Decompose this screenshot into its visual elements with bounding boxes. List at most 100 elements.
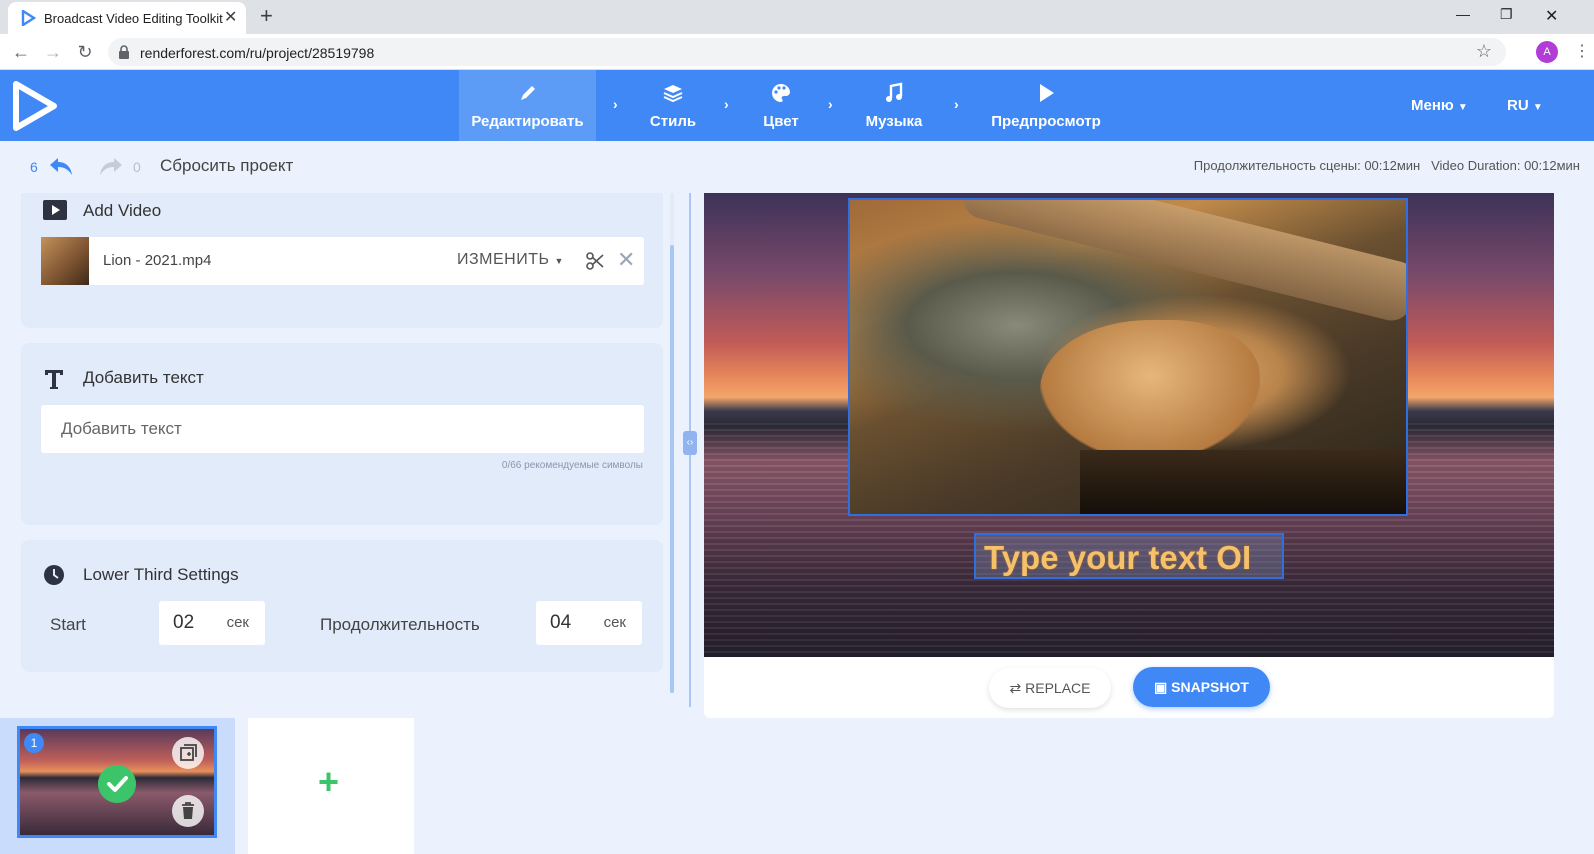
redo-icon[interactable] (98, 155, 124, 177)
card-title: Добавить текст (83, 368, 204, 387)
preview-area: Type your text OI ⇄ REPLACE ▣ SNAPSHOT (704, 193, 1554, 718)
resize-handle-icon[interactable]: ‹› (683, 431, 697, 455)
play-icon (1040, 84, 1054, 102)
chevron-right-icon: › (724, 96, 729, 112)
app-header: Редактировать › Стиль › Цвет › Музыка › (0, 70, 1594, 141)
panel-scrollbar[interactable] (670, 245, 674, 693)
undo-icon[interactable] (48, 155, 74, 177)
palette-icon (772, 84, 790, 102)
swap-icon: ⇄ (1009, 680, 1022, 696)
scene-preview: Type your text OI (704, 193, 1554, 657)
renderforest-logo-icon[interactable] (12, 81, 58, 131)
text-icon (45, 370, 63, 389)
image-icon: ▣ (1154, 679, 1168, 695)
clock-icon (44, 565, 64, 585)
water-pool-shape (1080, 450, 1406, 514)
step-style[interactable]: Стиль (630, 70, 716, 141)
check-icon (98, 765, 136, 803)
scene-timeline: 1 + (0, 718, 1594, 854)
scene-duration: Продолжительность сцены: 00:12мин (1193, 158, 1421, 173)
chevron-right-icon: › (828, 96, 833, 112)
start-unit: сек (226, 614, 249, 631)
add-text-input[interactable] (41, 405, 644, 453)
browser-tab[interactable]: Broadcast Video Editing Toolkit ✕ (8, 2, 246, 34)
scissors-icon[interactable] (586, 252, 604, 270)
duplicate-scene-icon[interactable] (172, 737, 204, 769)
step-label: Стиль (649, 113, 697, 130)
language-label: RU (1507, 97, 1529, 114)
language-dropdown[interactable]: RU ▼ (1507, 97, 1543, 114)
video-duration: Video Duration: 00:12мин (1431, 158, 1580, 173)
step-edit[interactable]: Редактировать (459, 70, 596, 141)
remove-video-icon[interactable]: ✕ (617, 247, 635, 273)
step-preview[interactable]: Предпросмотр (980, 70, 1112, 141)
scene-slot: 1 (0, 718, 235, 854)
renderforest-favicon-icon (21, 10, 36, 26)
url-text: renderforest.com/ru/project/28519798 (140, 45, 375, 61)
replace-button[interactable]: ⇄ REPLACE (989, 668, 1111, 708)
reset-project-button[interactable]: Сбросить проект (160, 156, 293, 176)
video-file-row: Lion - 2021.mp4 ИЗМЕНИТЬ ▼ ✕ (41, 237, 644, 285)
tab-title: Broadcast Video Editing Toolkit (44, 11, 223, 26)
editor-toolbar: 6 0 Сбросить проект Продолжительность сц… (0, 141, 1594, 193)
caret-down-icon: ▼ (554, 256, 564, 266)
scene-thumbnail[interactable]: 1 (17, 726, 217, 838)
lower-third-text-box[interactable]: Type your text OI (974, 533, 1284, 579)
chevron-right-icon: › (613, 96, 618, 112)
bookmark-star-icon[interactable]: ☆ (1476, 41, 1492, 62)
duration-info: Продолжительность сцены: 00:12мин Video … (1194, 158, 1580, 173)
plus-icon: + (318, 761, 340, 802)
browser-tab-bar: Broadcast Video Editing Toolkit ✕ + — ❐ … (0, 0, 1594, 34)
add-video-card: Add Video Lion - 2021.mp4 ИЗМЕНИТЬ ▼ ✕ (21, 193, 663, 328)
menu-label: Меню (1411, 97, 1454, 114)
restore-icon[interactable]: ❐ (1500, 6, 1513, 23)
step-color[interactable]: Цвет (745, 70, 817, 141)
add-text-card: Добавить текст 0/66 рекомендуемые символ… (21, 343, 663, 525)
step-label: Редактировать (471, 113, 584, 130)
edit-panel: Add Video Lion - 2021.mp4 ИЗМЕНИТЬ ▼ ✕ Д… (0, 193, 690, 724)
start-seconds-field[interactable]: 02 сек (159, 601, 265, 645)
video-thumbnail (41, 237, 89, 285)
reload-icon[interactable]: ↻ (74, 41, 96, 63)
card-title: Lower Third Settings (83, 565, 239, 584)
minimize-icon[interactable]: — (1456, 6, 1470, 22)
start-value: 02 (173, 612, 195, 633)
video-placeholder-frame[interactable] (848, 198, 1408, 516)
step-label: Предпросмотр (991, 113, 1101, 130)
step-label: Музыка (865, 113, 923, 130)
duration-seconds-field[interactable]: 04 сек (536, 601, 642, 645)
duration-value: 04 (550, 612, 572, 633)
trash-icon[interactable] (172, 795, 204, 827)
add-scene-button[interactable]: + (248, 718, 414, 854)
duration-label: Продолжительность (320, 615, 480, 634)
change-video-dropdown[interactable]: ИЗМЕНИТЬ ▼ (457, 251, 564, 269)
url-field[interactable]: renderforest.com/ru/project/28519798 ☆ (108, 38, 1506, 66)
lock-icon (119, 45, 129, 59)
chevron-right-icon: › (954, 96, 959, 112)
music-note-icon (886, 82, 903, 102)
replace-label: REPLACE (1025, 680, 1091, 696)
close-tab-icon[interactable]: ✕ (224, 9, 237, 27)
lower-third-text: Type your text OI (984, 539, 1252, 576)
new-tab-icon[interactable]: + (260, 4, 273, 28)
address-bar: ← → ↻ renderforest.com/ru/project/285197… (0, 34, 1594, 70)
tree-log-shape (959, 200, 1406, 325)
browser-menu-icon[interactable]: ⋮ (1574, 41, 1590, 63)
redo-count: 0 (133, 159, 141, 175)
forward-icon[interactable]: → (42, 41, 64, 63)
snapshot-button[interactable]: ▣ SNAPSHOT (1133, 667, 1270, 707)
pencil-icon (520, 86, 535, 100)
caret-down-icon: ▼ (1532, 102, 1543, 113)
back-icon[interactable]: ← (10, 41, 32, 63)
video-icon (43, 200, 67, 220)
profile-avatar[interactable]: A (1536, 41, 1558, 63)
video-file-name: Lion - 2021.mp4 (103, 252, 212, 269)
duration-unit: сек (603, 614, 626, 631)
menu-dropdown[interactable]: Меню ▼ (1411, 97, 1468, 114)
lion-shape (1040, 320, 1260, 460)
step-label: Цвет (763, 113, 799, 130)
layers-icon (663, 85, 683, 103)
close-window-icon[interactable]: ✕ (1545, 6, 1558, 26)
step-music[interactable]: Музыка (852, 70, 936, 141)
lower-third-settings-card: Lower Third Settings Start 02 сек Продол… (21, 540, 663, 672)
